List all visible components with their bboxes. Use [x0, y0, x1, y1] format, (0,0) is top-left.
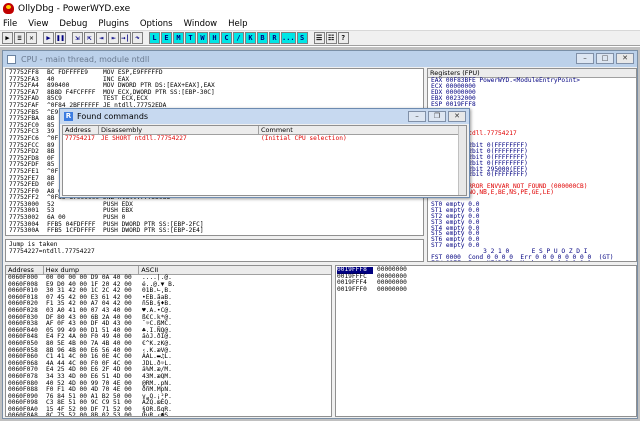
- call-stack-window-button[interactable]: K: [245, 32, 256, 44]
- menu-view[interactable]: View: [28, 19, 48, 29]
- toolbar: ▶ ≡ ✕ ▶ ❚❚ ⇲ ⇱ ⇥ ⇤ →| ↷ L E M T W H C / …: [0, 30, 640, 46]
- found-commands-scrollbar[interactable]: [458, 126, 466, 195]
- menu-options[interactable]: Options: [140, 19, 173, 29]
- disasm-hex: 52: [47, 200, 55, 208]
- dump-row: 0060F0A8 8C 75 52 00 8B 02 53 00 ŒuR.‹☻S.: [8, 412, 331, 417]
- info-pane: Jump is taken 77754227=ntdll.77754227: [5, 239, 424, 262]
- breakpoints-window-button[interactable]: B: [257, 32, 268, 44]
- step-into-icon[interactable]: ⇲: [72, 32, 83, 44]
- menu-window[interactable]: Window: [184, 19, 218, 29]
- cpu-window-button[interactable]: C: [221, 32, 232, 44]
- threads-window-button[interactable]: T: [185, 32, 196, 44]
- found-row-address: 77754217: [65, 135, 95, 142]
- cpu-window-title-bar[interactable]: CPU - main thread, module ntdll – □ ✕: [3, 51, 637, 67]
- dump-hex: 8C 75 52 00 8B 02 53 00: [46, 412, 132, 417]
- appearance-icon[interactable]: ☰: [313, 32, 325, 44]
- found-commands-dialog: R Found commands – ❐ ✕ Address Disassemb…: [59, 108, 470, 198]
- disasm-hex: BC FDFFFFE9: [47, 69, 88, 76]
- dump-address: 0060F0A8: [8, 412, 38, 417]
- source-window-button[interactable]: S: [296, 32, 308, 44]
- close-icon[interactable]: ✕: [26, 32, 37, 44]
- references-icon: R: [64, 112, 73, 121]
- run-icon[interactable]: ▶: [43, 32, 54, 44]
- found-commands-row[interactable]: 77754217 JE SHORT ntdll.77754227 (Initia…: [63, 135, 466, 142]
- found-commands-header: Address Disassembly Comment: [63, 126, 466, 135]
- disassembly-row: 77753001 53 PUSH EBX: [9, 208, 423, 215]
- menu-plugins[interactable]: Plugins: [98, 19, 128, 29]
- rewind-icon[interactable]: ≡: [14, 32, 25, 44]
- memory-window-button[interactable]: M: [173, 32, 184, 44]
- found-header-comment: Comment: [259, 126, 459, 134]
- maximize-icon[interactable]: □: [596, 53, 614, 64]
- disasm-instruction: PUSH DWORD PTR SS:[EBP-2E4]: [103, 227, 204, 235]
- disassembly-row: 77752FA7 8B8D F4FCFFFF MOV ECX,DWORD PTR S…: [9, 89, 423, 97]
- menu-file[interactable]: File: [3, 19, 17, 29]
- stack-row: 0019FFF0 00000000: [337, 285, 636, 294]
- ollydbg-bug-icon: [3, 3, 14, 14]
- stack-pane[interactable]: 0019FFF8 00000000 0019FFFC 00000000 0019FFF4…: [335, 265, 637, 417]
- disasm-address: 7775300A: [9, 227, 39, 235]
- minimize-icon[interactable]: –: [408, 111, 426, 122]
- disassembly-row: 77752FA3 40 INC EAX: [9, 76, 423, 84]
- options-icon[interactable]: ☷: [325, 32, 337, 44]
- trace-over-icon[interactable]: ⇤: [108, 32, 119, 44]
- dump-header-address: Address: [6, 266, 44, 274]
- disassembly-row: 7775300A FFB5 1CFDFFFF PUSH DWORD PTR SS:[…: [9, 228, 423, 235]
- menu-debug[interactable]: Debug: [59, 19, 87, 29]
- disassembly-row: 77752FF8 BC FDFFFFE9 MOV ESP,E9FFFFFD: [9, 69, 423, 77]
- patches-window-button[interactable]: /: [233, 32, 244, 44]
- goto-icon[interactable]: ↷: [132, 32, 143, 44]
- references-window-button[interactable]: R: [269, 32, 280, 44]
- stack-value: 00000000: [377, 285, 407, 293]
- disassembly-row: 77753000 52 PUSH EDX: [9, 200, 423, 209]
- run-trace-window-button[interactable]: ...: [281, 32, 296, 44]
- stack-address: 0019FFF0: [337, 285, 367, 293]
- found-header-address: Address: [63, 126, 99, 134]
- open-icon[interactable]: ▶: [2, 32, 13, 44]
- found-commands-title-bar[interactable]: R Found commands – ❐ ✕: [60, 109, 469, 124]
- window-title: OllyDbg - PowerWYD.exe: [18, 3, 131, 14]
- cpu-window-icon: [7, 54, 16, 64]
- windows-window-button[interactable]: W: [197, 32, 208, 44]
- found-commands-title: Found commands: [77, 112, 149, 121]
- window-title-bar: OllyDbg - PowerWYD.exe: [0, 0, 640, 17]
- execute-till-return-icon[interactable]: →|: [120, 32, 131, 44]
- dump-header-ascii: ASCII: [141, 266, 159, 274]
- modules-window-button[interactable]: E: [161, 32, 172, 44]
- close-icon[interactable]: ✕: [448, 111, 466, 122]
- menu-bar: File View Debug Plugins Options Window H…: [0, 17, 640, 30]
- log-window-button[interactable]: L: [149, 32, 160, 44]
- dump-rows: 0060F000 00 00 00 00 D9 0A 40 00 ....|.@. 0…: [6, 274, 331, 417]
- dump-pane[interactable]: Address Hex dump ASCII 0060F000 00 00 00 …: [5, 265, 332, 417]
- found-row-disassembly: JE SHORT ntdll.77754227: [101, 135, 187, 142]
- stack-rows: 0019FFF8 00000000 0019FFFC 00000000 0019FFF4…: [336, 266, 636, 293]
- dump-header-hex: Hex dump: [44, 266, 140, 274]
- found-commands-table[interactable]: Address Disassembly Comment 77754217 JE …: [62, 125, 467, 196]
- minimize-icon[interactable]: –: [576, 53, 594, 64]
- disasm-hex: FFB5 1CFDFFFF: [47, 227, 96, 235]
- dump-ascii: ŒuR.‹☻S.: [142, 412, 172, 417]
- help-icon[interactable]: ?: [337, 32, 349, 44]
- trace-into-icon[interactable]: ⇥: [96, 32, 107, 44]
- handles-window-button[interactable]: H: [209, 32, 220, 44]
- found-row-comment: (Initial CPU selection): [261, 135, 347, 142]
- pause-icon[interactable]: ❚❚: [55, 32, 66, 44]
- register-line: FCW 027F Prec NEAR,53 Mask 1 1 1 1 1 1: [431, 260, 636, 261]
- step-over-icon[interactable]: ⇱: [84, 32, 95, 44]
- restore-icon[interactable]: ❐: [428, 111, 446, 122]
- menu-help[interactable]: Help: [228, 19, 247, 29]
- cpu-window: CPU - main thread, module ntdll – □ ✕ 77…: [2, 50, 638, 419]
- info-line-2: 77754227=ntdll.77754227: [9, 247, 95, 255]
- found-header-disassembly: Disassembly: [99, 126, 259, 134]
- close-icon[interactable]: ✕: [616, 53, 634, 64]
- cpu-window-title: CPU - main thread, module ntdll: [21, 54, 150, 64]
